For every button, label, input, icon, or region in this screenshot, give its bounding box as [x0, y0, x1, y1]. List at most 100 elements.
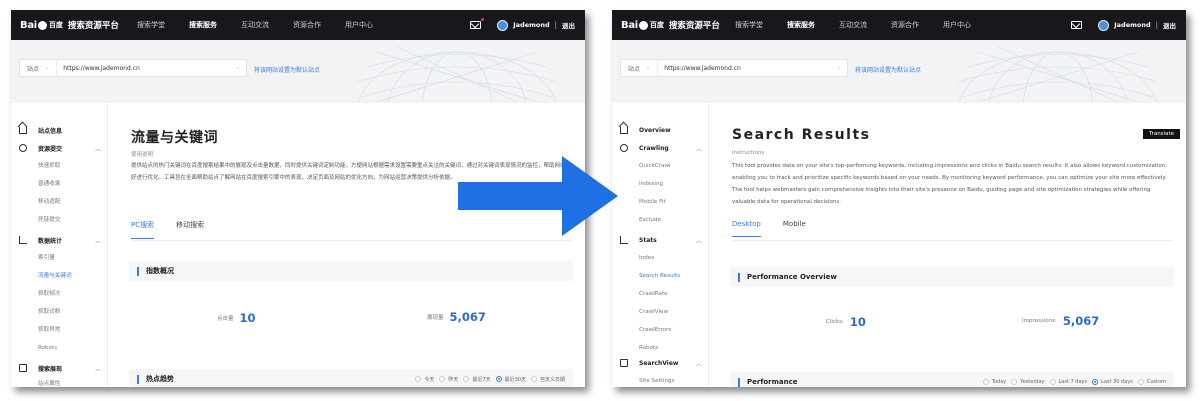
baidu-logo[interactable]: Bai 百度 搜索资源平台	[621, 18, 720, 32]
radio-icon	[1049, 379, 1056, 385]
set-default-link[interactable]: 将该网站设置为默认站点	[254, 65, 320, 74]
impressions-value: 5,067	[1062, 314, 1100, 328]
chevron-up-icon: ︿	[695, 360, 702, 368]
range-option[interactable]: 自定义日期	[530, 376, 565, 383]
range-option[interactable]: 昨天	[439, 376, 458, 383]
tab-mobile[interactable]: 移动搜索	[176, 220, 204, 235]
main-content: 流量与关键词 使用说明 提供站点的热门关键词在百度搜索结果中的展现及点击量数据，…	[109, 103, 585, 387]
home-icon	[620, 126, 628, 134]
gear-icon	[19, 144, 27, 152]
nav-item-partners[interactable]: 资源合作	[891, 20, 919, 30]
nav-item-services[interactable]: 搜索服务	[787, 20, 815, 30]
sidebar-item[interactable]: CrawlErrors	[639, 325, 671, 335]
radio-icon	[415, 376, 422, 382]
sidebar-item[interactable]: CrawlRate	[639, 289, 668, 299]
range-option[interactable]: Yesterday	[1011, 379, 1045, 385]
search-view-icon	[620, 359, 628, 367]
mail-icon[interactable]	[1071, 21, 1083, 29]
sidebar-item[interactable]: 死链提交	[38, 215, 60, 225]
sidebar-item[interactable]: Mobile Fit	[639, 197, 666, 207]
radio-icon	[1011, 379, 1018, 385]
sidebar-item[interactable]: Exclude	[639, 215, 661, 225]
range-option-selected[interactable]: 最近30天	[495, 376, 526, 383]
range-option[interactable]: 最近7天	[463, 376, 491, 383]
site-selector[interactable]: 站点 ⌄ https://www.jademond.cn ⌄	[620, 59, 848, 77]
radio-icon	[439, 376, 446, 382]
logout-link[interactable]: 退出	[1163, 20, 1176, 30]
page-title: 流量与关键词	[131, 130, 218, 146]
sidebar-group-stats[interactable]: 数据统计 ︿	[11, 233, 107, 247]
site-url: https://www.jademond.cn	[63, 64, 140, 72]
tab-desktop[interactable]: Desktop	[732, 220, 761, 237]
divider	[732, 240, 1174, 241]
sidebar-item[interactable]: 索引量	[38, 253, 55, 263]
range-option-selected[interactable]: Last 30 days	[1092, 379, 1133, 385]
baidu-logo[interactable]: Bai 百度 搜索资源平台	[20, 18, 119, 32]
sidebar-item-active[interactable]: Search Results	[639, 271, 680, 281]
sidebar-item[interactable]: Robots	[38, 343, 57, 353]
chevron-down-icon: ⌄	[646, 65, 651, 71]
range-option[interactable]: 今天	[415, 376, 434, 383]
sidebar-item[interactable]: Indexing	[639, 179, 663, 189]
nav-item-services[interactable]: 搜索服务	[189, 20, 217, 30]
section-title: Performance	[747, 378, 798, 386]
tab-mobile[interactable]: Mobile	[783, 220, 806, 233]
impressions-metric: 展现量 5,067	[427, 310, 486, 324]
set-default-link[interactable]: 将该网站设置为默认站点	[855, 65, 921, 74]
impressions-metric: Impressions: 5,067	[1022, 314, 1099, 328]
sidebar-item[interactable]: 移动适配	[38, 197, 60, 207]
range-option[interactable]: Last 7 days	[1049, 379, 1087, 385]
site-selector[interactable]: 站点 ⌄ https://www.jademond.cn ⌄	[19, 59, 247, 77]
sidebar-group-stats[interactable]: Stats ︿	[612, 233, 708, 247]
sidebar-group-overview[interactable]: Overview	[612, 123, 708, 137]
nav-item-partners[interactable]: 资源合作	[293, 20, 321, 30]
sidebar-item[interactable]: QuickCrawl	[639, 161, 671, 171]
nav-item-community[interactable]: 互动交流	[241, 20, 269, 30]
sidebar-group-crawling[interactable]: Crawling ︿	[612, 141, 708, 155]
nav-item-academy[interactable]: 搜索学堂	[137, 20, 165, 30]
sidebar-item-active[interactable]: 流量与关键词	[38, 271, 72, 281]
sidebar-item[interactable]: 抓取异常	[38, 325, 60, 335]
sidebar-group-label: Overview	[639, 126, 671, 134]
translate-button[interactable]: Translate	[1143, 129, 1180, 139]
sidebar-item[interactable]: 抓取频次	[38, 289, 60, 299]
sidebar-item[interactable]: 快速抓取	[38, 161, 60, 171]
chart-icon	[620, 236, 628, 244]
tab-desktop[interactable]: PC搜索	[131, 220, 155, 239]
username[interactable]: Jademond	[513, 21, 549, 29]
sidebar-item[interactable]: Robots	[639, 343, 658, 353]
instructions-title: Instructions	[732, 150, 765, 156]
sidebar-item[interactable]: Site Settings	[639, 376, 674, 386]
sidebar-item[interactable]: 抓取诊断	[38, 307, 60, 317]
logo-text: Bai	[20, 19, 37, 31]
nav-item-user-center[interactable]: 用户中心	[943, 20, 971, 30]
nav-item-academy[interactable]: 搜索学堂	[735, 20, 763, 30]
sidebar-group-label: 资源提交	[38, 145, 63, 153]
sidebar-group-searchview[interactable]: 搜索展现 ︿	[11, 361, 107, 375]
mail-icon[interactable]	[470, 18, 485, 29]
avatar[interactable]	[497, 19, 509, 31]
section-overview-header: 指数概况	[129, 261, 573, 281]
sidebar-item[interactable]: Index	[639, 253, 654, 263]
sidebar-item[interactable]: 普通收录	[38, 179, 60, 189]
username[interactable]: Jademond	[1114, 21, 1150, 29]
clicks-metric: 点击量 10	[217, 311, 256, 325]
range-option[interactable]: Custom	[1137, 379, 1166, 385]
sidebar-item[interactable]: 站点属性	[38, 379, 60, 387]
sidebar-group-crawling[interactable]: 资源提交 ︿	[11, 141, 107, 155]
sidebar-group-overview[interactable]: 站点信息	[11, 123, 107, 137]
instructions-text: This tool provides data on your site's t…	[732, 163, 1168, 205]
avatar[interactable]	[1098, 19, 1110, 31]
sidebar-group-searchview[interactable]: SearchView ︿	[612, 356, 708, 370]
screenshot-english: Bai 百度 搜索资源平台 搜索学堂 搜索服务 互动交流 资源合作 用户中心 J…	[612, 10, 1186, 387]
nav-item-user-center[interactable]: 用户中心	[345, 20, 373, 30]
sidebar-item[interactable]: CrawlView	[639, 307, 668, 317]
sidebar-group-label: 搜索展现	[38, 365, 63, 373]
section-title: 热点趋势	[146, 375, 174, 383]
radio-icon	[982, 379, 989, 385]
range-option[interactable]: Today	[982, 379, 1006, 385]
date-range-options: 今天 昨天 最近7天 最近30天 自定义日期	[415, 376, 565, 383]
logout-link[interactable]: 退出	[562, 20, 575, 30]
nav-item-community[interactable]: 互动交流	[839, 20, 867, 30]
divider: |	[1155, 21, 1158, 29]
